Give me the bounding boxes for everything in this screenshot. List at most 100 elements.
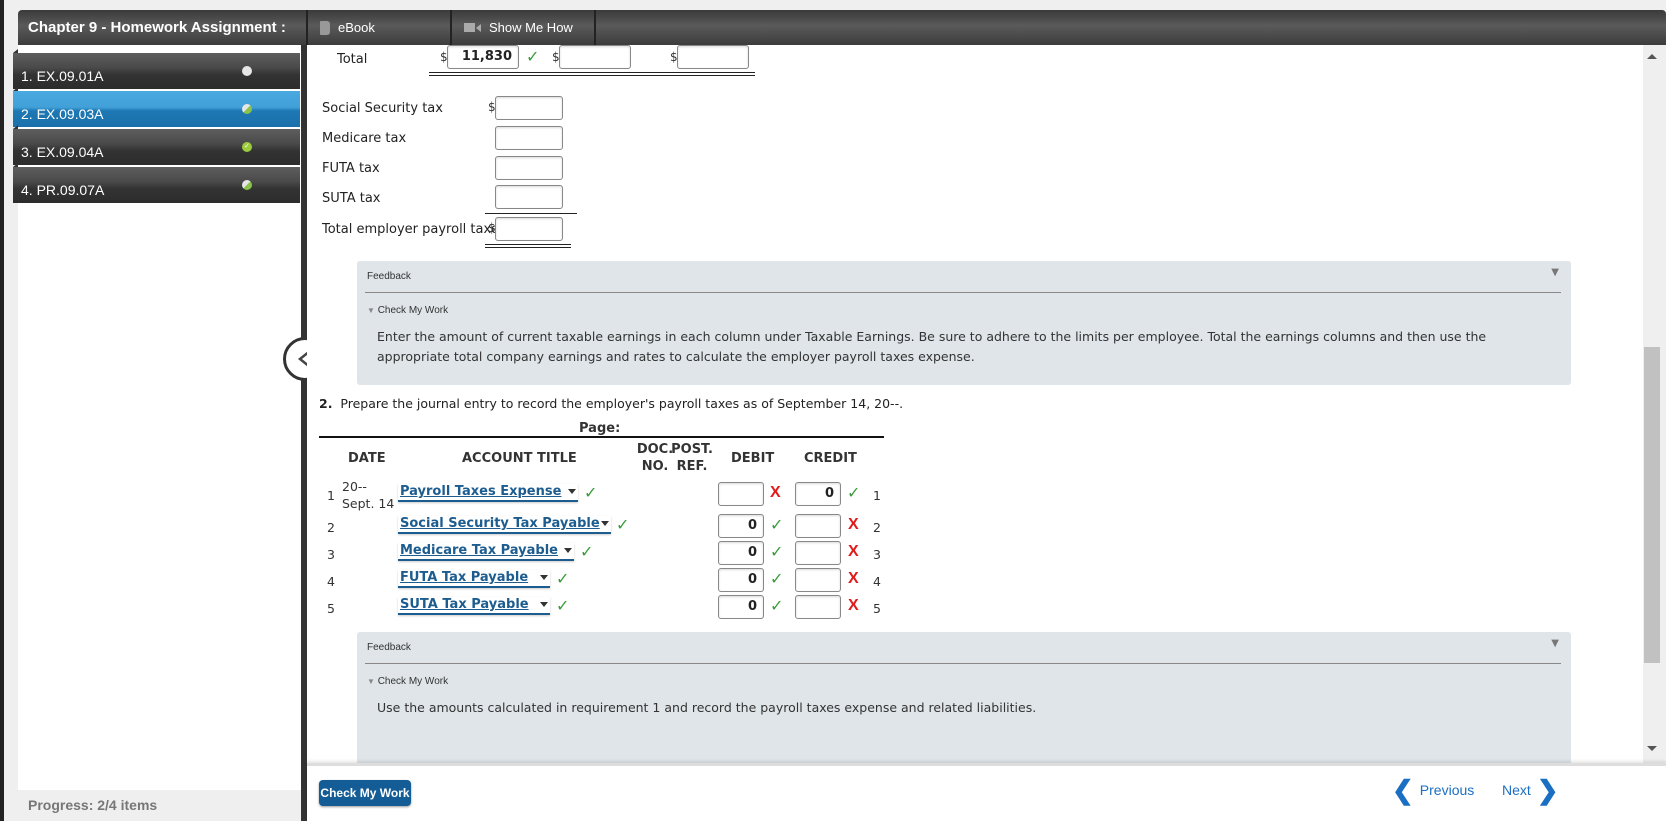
check-icon: ✓: [580, 542, 594, 561]
scroll-up-arrow-icon[interactable]: [1647, 54, 1657, 59]
check-icon: ✓: [770, 542, 784, 561]
total-double-rule: [429, 72, 755, 76]
account-select-row-5[interactable]: SUTA Tax Payable: [398, 597, 550, 615]
social-security-tax-input[interactable]: [495, 96, 563, 120]
check-icon: ✓: [556, 596, 570, 615]
progress-value: 2/4 items: [97, 797, 158, 813]
total-input-2[interactable]: [559, 45, 631, 69]
check-my-work-toggle[interactable]: ▼ Check My Work: [367, 305, 448, 316]
sidebar-item-ex-09-03a[interactable]: 2. EX.09.03A: [13, 87, 300, 127]
tab-ebook-label: eBook: [338, 20, 375, 35]
date-day: Sept. 14: [342, 496, 395, 511]
medicare-tax-input[interactable]: [495, 126, 563, 150]
total-employer-payroll-taxes-input[interactable]: [495, 217, 563, 241]
vertical-scrollbar[interactable]: [1643, 45, 1660, 763]
debit-input-row-5[interactable]: 0: [718, 595, 764, 619]
dropdown-caret-icon: [568, 489, 576, 494]
tax-label-medicare: Medicare tax: [322, 131, 407, 146]
check-icon: ✓: [556, 569, 570, 588]
total-input-1[interactable]: 11,830: [447, 45, 519, 69]
account-select-row-3[interactable]: Medicare Tax Payable: [398, 543, 574, 561]
next-button[interactable]: Next ❯: [1502, 777, 1559, 803]
tax-label-total: Total employer payroll taxes: [322, 222, 506, 237]
check-icon: ✓: [616, 515, 630, 534]
tax-label-social-security: Social Security tax: [322, 101, 443, 116]
feedback-text: Enter the amount of current taxable earn…: [377, 329, 1487, 364]
row-number-right: 1: [873, 488, 881, 503]
credit-input-row-4[interactable]: [795, 568, 841, 592]
video-icon: [464, 23, 481, 32]
triangle-down-icon: ▼: [367, 306, 375, 315]
tax-label-suta: SUTA tax: [322, 191, 381, 206]
dropdown-caret-icon: [540, 575, 548, 580]
account-select-row-2[interactable]: Social Security Tax Payable: [398, 516, 611, 534]
x-icon: X: [848, 570, 859, 587]
total-double-rule: [485, 244, 571, 248]
x-icon: X: [848, 516, 859, 533]
sidebar-item-ex-09-01a[interactable]: 1. EX.09.01A: [13, 49, 300, 89]
credit-input-row-1[interactable]: 0: [795, 482, 841, 506]
check-my-work-button[interactable]: Check My Work: [319, 780, 411, 806]
credit-input-row-3[interactable]: [795, 541, 841, 565]
debit-input-row-3[interactable]: 0: [718, 541, 764, 565]
check-icon: ✓: [584, 483, 598, 502]
feedback-title: Feedback: [367, 271, 411, 282]
question-number: 2.: [319, 396, 333, 411]
debit-input-row-4[interactable]: 0: [718, 568, 764, 592]
header-bar: Chapter 9 - Homework Assignment : eBook …: [18, 10, 1666, 45]
previous-label: Previous: [1419, 782, 1475, 798]
main-content: Total $ 11,830 ✓ $ $ Social Security tax…: [307, 45, 1643, 763]
credit-input-row-5[interactable]: [795, 595, 841, 619]
footer-bar: Check My Work ❮ Previous Next ❯: [307, 763, 1666, 821]
total-input-3[interactable]: [677, 45, 749, 69]
next-label: Next: [1502, 782, 1531, 798]
sidebar-item-label: 1. EX.09.01A: [21, 68, 104, 84]
check-icon: ✓: [526, 47, 540, 66]
journal-top-rule: [319, 436, 884, 438]
sidebar-item-pr-09-07a[interactable]: 4. PR.09.07A: [13, 163, 300, 203]
col-debit: DEBIT: [731, 451, 775, 466]
dropdown-caret-icon: [564, 548, 572, 553]
debit-input-row-1[interactable]: [718, 482, 764, 506]
dropdown-caret-icon: [540, 602, 548, 607]
check-my-work-toggle[interactable]: ▼ Check My Work: [367, 676, 448, 687]
check-icon: ✓: [770, 569, 784, 588]
row-number-right: 5: [873, 601, 881, 616]
col-doc-no: DOC. NO.: [636, 442, 674, 474]
check-my-work-label: Check My Work: [377, 305, 449, 316]
triangle-down-icon: ▼: [367, 677, 375, 686]
tab-ebook[interactable]: eBook: [308, 10, 452, 45]
sidebar-item-ex-09-04a[interactable]: 3. EX.09.04A: [13, 125, 300, 165]
collapse-feedback-icon[interactable]: ▼: [1551, 638, 1559, 649]
journal-date: 20-- Sept. 14: [342, 478, 394, 512]
feedback-panel-2: Feedback ▼ ▼ Check My Work Use the amoun…: [357, 632, 1571, 763]
account-select-row-1[interactable]: Payroll Taxes Expense: [398, 484, 578, 502]
sidebar-item-label: 4. PR.09.07A: [21, 182, 105, 198]
scroll-down-arrow-icon[interactable]: [1647, 746, 1657, 751]
credit-input-row-2[interactable]: [795, 514, 841, 538]
tab-show-me-how[interactable]: Show Me How: [452, 10, 596, 45]
assignment-title: Chapter 9 - Homework Assignment :: [18, 10, 308, 45]
row-number: 5: [327, 601, 335, 616]
feedback-rule: [365, 292, 1561, 293]
check-icon: ✓: [770, 515, 784, 534]
previous-button[interactable]: ❮ Previous: [1392, 777, 1474, 803]
check-my-work-label: Check My Work: [377, 676, 449, 687]
x-icon: X: [770, 484, 781, 501]
x-icon: X: [848, 543, 859, 560]
feedback-text: Use the amounts calculated in requiremen…: [377, 700, 1037, 715]
col-account-title: ACCOUNT TITLE: [462, 451, 577, 466]
account-select-row-4[interactable]: FUTA Tax Payable: [398, 570, 550, 588]
status-not-started-icon: [242, 66, 252, 76]
status-complete-icon: [242, 142, 252, 152]
feedback-rule: [365, 663, 1561, 664]
subtotal-rule: [485, 213, 577, 214]
collapse-feedback-icon[interactable]: ▼: [1551, 267, 1559, 278]
status-partial-icon: [242, 104, 252, 114]
scrollbar-thumb[interactable]: [1644, 347, 1660, 663]
debit-input-row-2[interactable]: 0: [718, 514, 764, 538]
feedback-title: Feedback: [367, 642, 411, 653]
futa-tax-input[interactable]: [495, 156, 563, 180]
suta-tax-input[interactable]: [495, 185, 563, 209]
window-frame: [0, 0, 4, 821]
